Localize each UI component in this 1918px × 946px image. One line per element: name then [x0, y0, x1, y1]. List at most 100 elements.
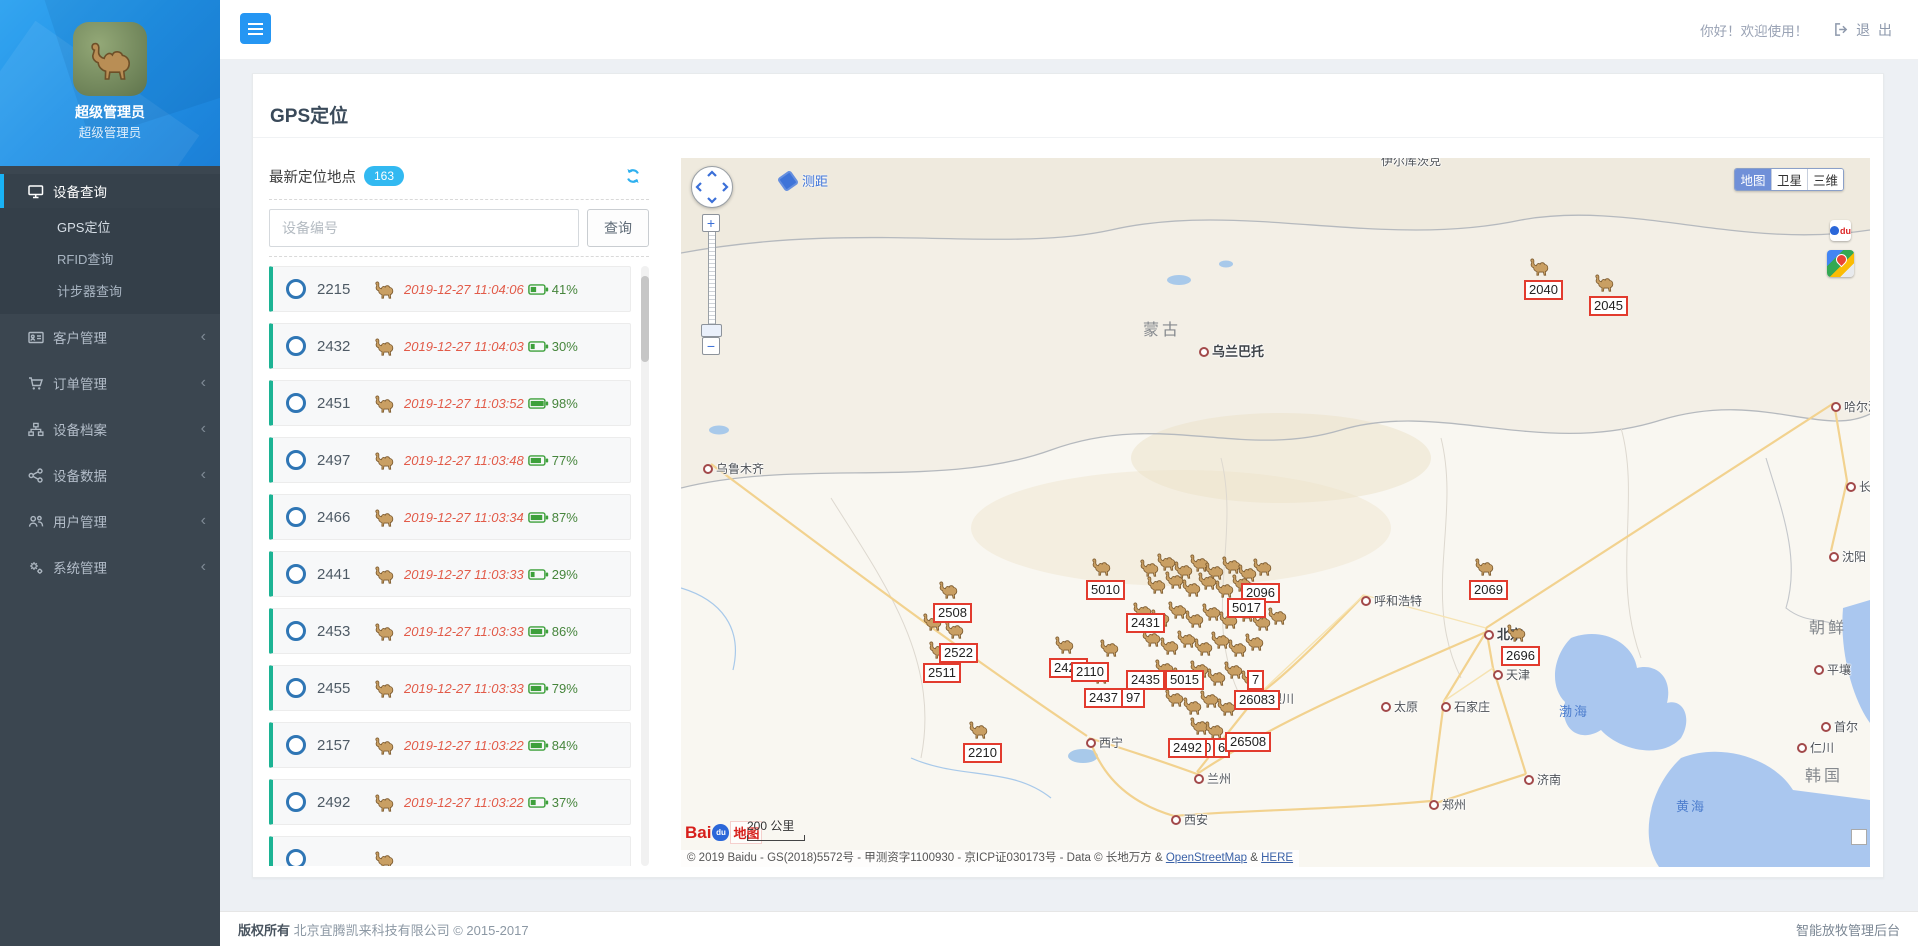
measure-distance-tool[interactable]: 测距 — [780, 171, 828, 190]
map-label-city: 天津 — [1493, 666, 1530, 683]
maps-pin-icon[interactable] — [1827, 250, 1854, 277]
zoom-in-button[interactable]: + — [702, 214, 720, 232]
device-radio[interactable] — [286, 849, 306, 866]
device-map-label[interactable]: 2210 — [963, 743, 1002, 763]
logout-button[interactable]: 退 出 — [1834, 20, 1894, 40]
device-map-label[interactable]: 97 — [1121, 688, 1145, 708]
baidu-du-icon[interactable]: du — [1830, 220, 1851, 241]
device-map-label[interactable]: 5010 — [1086, 580, 1125, 600]
map-label-city: 济南 — [1524, 771, 1561, 788]
device-map-label[interactable]: 2492 — [1168, 738, 1207, 758]
battery-icon — [528, 398, 549, 409]
camel-marker-icon[interactable] — [1241, 630, 1267, 652]
device-timestamp: 2019-12-27 11:04:03 — [404, 339, 524, 354]
device-row[interactable]: 2453 2019-12-27 11:03:33 86% — [269, 608, 631, 654]
battery-percent: 37% — [552, 795, 578, 810]
baidu-map[interactable]: 伊尔库茨克蒙古乌兰巴托乌鲁木齐哈尔滨长春沈阳朝鲜平壤首尔仁川韩国北京天津呼和浩特… — [681, 158, 1870, 867]
city-dot — [1831, 402, 1841, 412]
sidebar-toggle-button[interactable] — [240, 13, 271, 44]
device-radio[interactable] — [286, 621, 306, 641]
device-map-label[interactable]: 2040 — [1524, 280, 1563, 300]
camel-marker-icon[interactable] — [1503, 621, 1529, 643]
camel-marker-icon[interactable] — [935, 578, 961, 600]
device-radio[interactable] — [286, 735, 306, 755]
device-row[interactable]: 2451 2019-12-27 11:03:52 98% — [269, 380, 631, 426]
device-row[interactable]: 2497 2019-12-27 11:03:48 77% — [269, 437, 631, 483]
sidebar-item-label: 设备数据 — [53, 465, 107, 485]
device-row[interactable]: 2157 2019-12-27 11:03:22 84% — [269, 722, 631, 768]
refresh-icon[interactable] — [625, 168, 641, 184]
measure-label: 测距 — [802, 171, 828, 190]
zoom-out-button[interactable]: − — [702, 337, 720, 355]
scrollbar-thumb[interactable] — [641, 276, 649, 362]
device-row[interactable] — [269, 836, 631, 866]
scrollbar[interactable] — [641, 266, 649, 866]
sidebar-subitem-gps[interactable]: GPS定位 — [0, 210, 220, 242]
device-timestamp: 2019-12-27 11:03:33 — [404, 567, 524, 582]
device-row[interactable]: 2441 2019-12-27 11:03:33 29% — [269, 551, 631, 597]
map-type-satellite-button[interactable]: 卫星 — [1771, 169, 1807, 190]
device-map-label[interactable]: 2435 — [1126, 670, 1165, 690]
camel-marker-icon[interactable] — [1526, 255, 1552, 277]
device-radio[interactable] — [286, 336, 306, 356]
camel-marker-icon[interactable] — [965, 718, 991, 740]
sidebar-item-users[interactable]: 用户管理‹ — [0, 498, 220, 544]
sidebar-subitem-rfid[interactable]: RFID查询 — [0, 242, 220, 274]
device-map-label[interactable]: 2508 — [933, 603, 972, 623]
device-radio[interactable] — [286, 279, 306, 299]
sidebar-item-device-query[interactable]: 设备查询 — [0, 174, 220, 208]
camel-marker-icon[interactable] — [1201, 718, 1227, 740]
camel-marker-icon[interactable] — [1088, 555, 1114, 577]
sidebar-item-orders[interactable]: 订单管理‹ — [0, 360, 220, 406]
device-map-label[interactable]: 2110 — [1071, 662, 1109, 682]
map-label-sea: 黄海 — [1676, 796, 1706, 815]
device-row[interactable]: 2432 2019-12-27 11:04:03 30% — [269, 323, 631, 369]
device-row[interactable]: 2455 2019-12-27 11:03:33 79% — [269, 665, 631, 711]
device-map-label[interactable]: 7 — [1247, 670, 1264, 690]
device-map-label[interactable]: 2696 — [1501, 646, 1540, 666]
sidebar-item-device-archive[interactable]: 设备档案‹ — [0, 406, 220, 452]
device-radio[interactable] — [286, 678, 306, 698]
device-map-label[interactable]: 26083 — [1234, 690, 1280, 710]
device-map-label[interactable]: 2522 — [939, 643, 978, 663]
camel-icon — [371, 791, 397, 813]
device-map-label[interactable]: 2069 — [1469, 580, 1508, 600]
device-map-label[interactable]: 5017 — [1227, 598, 1266, 618]
sidebar-item-customer[interactable]: 客户管理‹ — [0, 314, 220, 360]
camel-marker-icon[interactable] — [1264, 604, 1290, 626]
device-number-input[interactable] — [269, 209, 579, 247]
device-map-label[interactable]: 26508 — [1225, 732, 1271, 752]
avatar[interactable] — [73, 22, 147, 96]
map-type-3d-button[interactable]: 三维 — [1807, 169, 1843, 190]
device-map-label[interactable]: 2045 — [1589, 296, 1628, 316]
device-radio[interactable] — [286, 792, 306, 812]
zoom-slider-track[interactable] — [708, 232, 716, 324]
zoom-slider-handle[interactable] — [701, 324, 722, 337]
map-type-map-button[interactable]: 地图 — [1735, 169, 1771, 190]
camel-marker-icon[interactable] — [1096, 636, 1122, 658]
device-row[interactable]: 2492 2019-12-27 11:03:22 37% — [269, 779, 631, 825]
fullscreen-icon[interactable] — [1851, 829, 1867, 845]
device-map-label[interactable]: 2437 — [1084, 688, 1123, 708]
device-radio[interactable] — [286, 393, 306, 413]
camel-marker-icon[interactable] — [1471, 555, 1497, 577]
camel-marker-icon[interactable] — [1051, 633, 1077, 655]
device-map-label[interactable]: 5015 — [1165, 670, 1204, 690]
search-button[interactable]: 查询 — [587, 209, 649, 247]
device-map-label[interactable]: 2431 — [1126, 613, 1165, 633]
sidebar-subitem-pedometer[interactable]: 计步器查询 — [0, 274, 220, 306]
device-timestamp: 2019-12-27 11:03:34 — [404, 510, 524, 525]
here-link[interactable]: HERE — [1261, 852, 1293, 864]
sidebar-item-system[interactable]: 系统管理‹ — [0, 544, 220, 590]
map-label-city: 太原 — [1381, 698, 1418, 715]
device-radio[interactable] — [286, 450, 306, 470]
device-row[interactable]: 2215 2019-12-27 11:04:06 41% — [269, 266, 631, 312]
device-radio[interactable] — [286, 507, 306, 527]
device-map-label[interactable]: 2511 — [923, 663, 961, 683]
device-radio[interactable] — [286, 564, 306, 584]
osm-link[interactable]: OpenStreetMap — [1166, 852, 1247, 864]
map-pan-control[interactable] — [691, 166, 733, 208]
sidebar-item-device-data[interactable]: 设备数据‹ — [0, 452, 220, 498]
device-row[interactable]: 2466 2019-12-27 11:03:34 87% — [269, 494, 631, 540]
camel-marker-icon[interactable] — [1591, 271, 1617, 293]
